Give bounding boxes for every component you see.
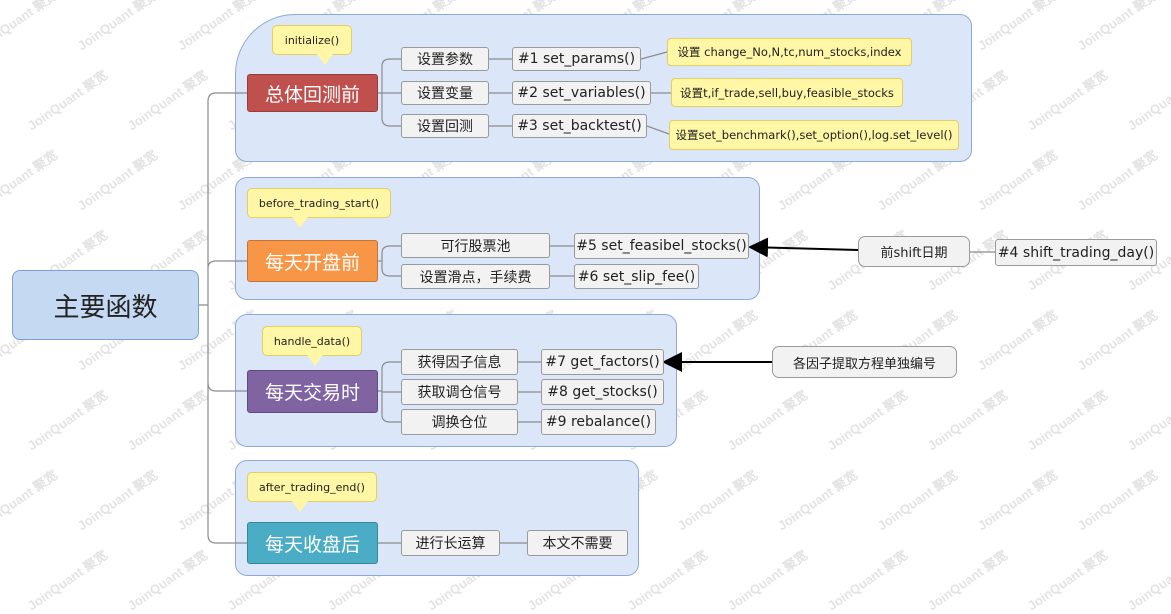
item-get-signal[interactable]: 获取调仓信号: [401, 379, 518, 405]
func-rebalance[interactable]: #9 rebalance(): [541, 409, 656, 435]
func-shift-trading-day[interactable]: #4 shift_trading_day(): [995, 239, 1157, 266]
link-root-to-main-4: [207, 383, 247, 544]
item-set-params[interactable]: 设置参数: [401, 47, 489, 71]
func-set-params[interactable]: #1 set_params(): [512, 47, 641, 71]
item-feasible-pool[interactable]: 可行股票池: [401, 233, 550, 258]
link-main1-items: [378, 58, 401, 127]
func-set-feasible-stocks[interactable]: #5 set_feasibel_stocks(): [574, 233, 749, 259]
func-get-stocks[interactable]: #8 get_stocks(): [541, 379, 664, 405]
link-g1-func: [489, 58, 512, 127]
link-main2-items: [378, 245, 401, 277]
note-set-params: 设置 change_No,N,tc,num_stocks,index: [667, 38, 912, 66]
mind-map-canvas: JoinQuant 聚宽JoinQuant 聚宽JoinQuant 聚宽Join…: [0, 0, 1171, 613]
item-set-variables[interactable]: 设置变量: [401, 81, 489, 105]
item-slip-fee[interactable]: 设置滑点，手续费: [401, 264, 550, 289]
link-g2-func: [550, 245, 574, 277]
item-rebalance[interactable]: 调换仓位: [401, 409, 518, 435]
func-get-factors[interactable]: #7 get_factors(): [541, 349, 664, 375]
main-node-before-open[interactable]: 每天开盘前: [247, 240, 378, 282]
external-factor-numbering[interactable]: 各因子提取方程单独编号: [772, 346, 957, 378]
root-node[interactable]: 主要函数: [12, 270, 199, 340]
arrow-g2-external: [748, 237, 859, 258]
callout-before-trading-start: before_trading_start(): [247, 188, 391, 228]
note-set-backtest: 设置set_benchmark(),set_option(),log.set_l…: [669, 120, 959, 150]
link-root-to-main-1: [199, 92, 247, 306]
callout-initialize: initialize(): [272, 25, 352, 65]
main-node-before-backtest[interactable]: 总体回测前: [247, 74, 378, 112]
item-get-factor-info[interactable]: 获得因子信息: [401, 349, 518, 375]
external-shift-date[interactable]: 前shift日期: [858, 236, 970, 267]
main-node-during-trading[interactable]: 每天交易时: [247, 370, 378, 413]
func-set-variables[interactable]: #2 set_variables(): [512, 81, 651, 105]
callout-after-trading-end: after_trading_end(): [247, 472, 377, 512]
func-not-needed[interactable]: 本文不需要: [527, 530, 628, 556]
item-long-compute[interactable]: 进行长运算: [401, 530, 500, 556]
link-main3-items: [378, 361, 401, 423]
func-set-backtest[interactable]: #3 set_backtest(): [512, 114, 647, 138]
func-set-slip-fee[interactable]: #6 set_slip_fee(): [574, 264, 699, 289]
main-node-after-close[interactable]: 每天收盘后: [247, 522, 378, 564]
item-set-backtest[interactable]: 设置回测: [401, 114, 489, 138]
link-root-to-main-2: [207, 260, 247, 269]
link-g3-func: [518, 361, 541, 423]
note-set-variables: 设置t,if_trade,sell,buy,feasible_stocks: [671, 78, 903, 107]
callout-handle-data: handle_data(): [262, 326, 362, 366]
link-root-to-main-3: [207, 305, 247, 392]
